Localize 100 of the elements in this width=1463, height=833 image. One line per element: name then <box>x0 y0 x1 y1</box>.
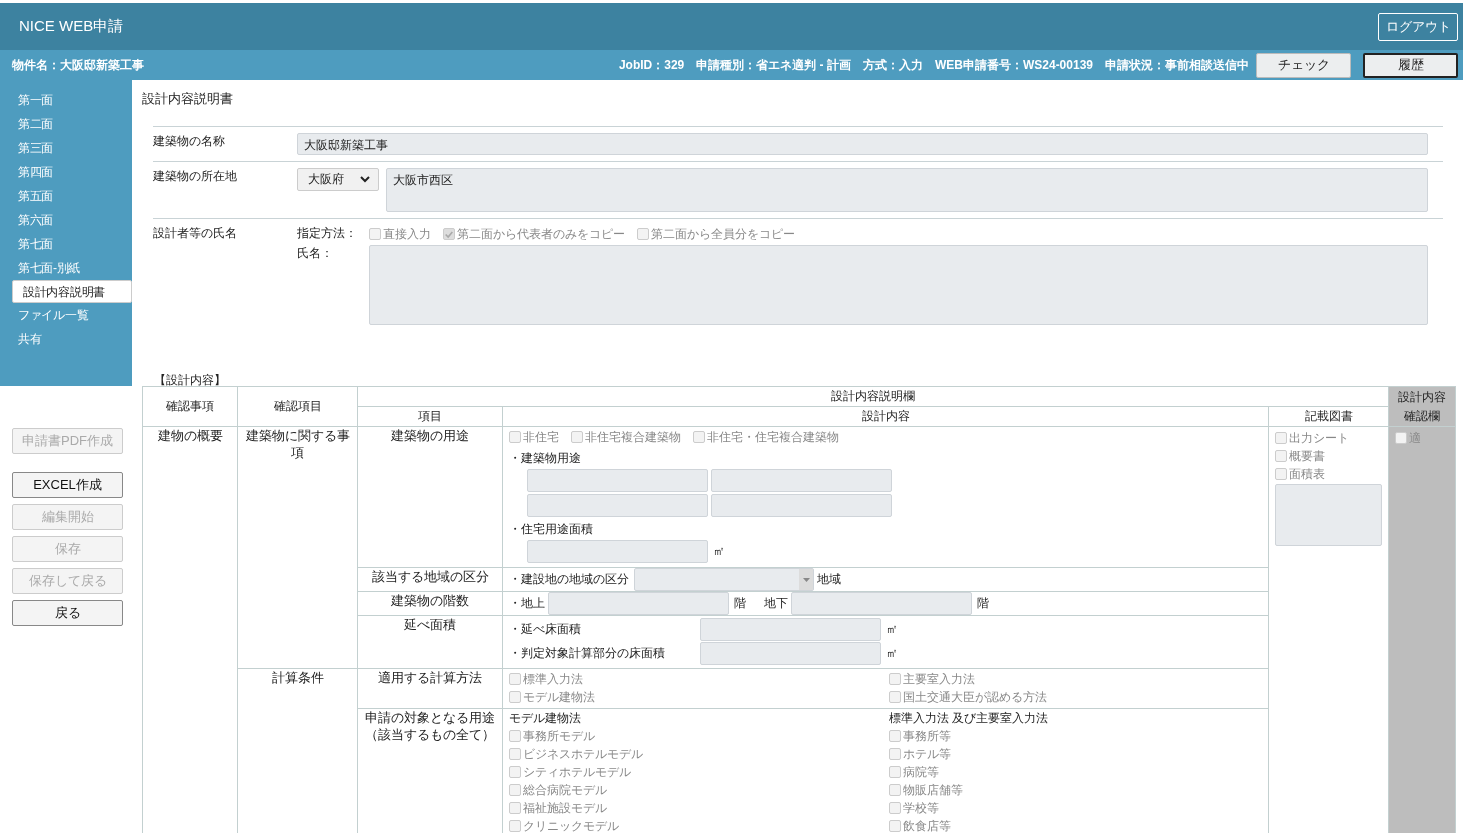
logout-button[interactable]: ログアウト <box>1378 12 1458 41</box>
table-cell-text: 建築物の階数 <box>390 593 470 610</box>
input-field[interactable] <box>700 618 881 641</box>
field-label: 指定方法： <box>297 225 358 242</box>
column-header: 確認事項 <box>142 386 238 427</box>
unit-label: 階 <box>977 595 989 612</box>
input-field[interactable] <box>711 469 892 492</box>
field-label: 氏名： <box>297 245 334 262</box>
checkbox[interactable] <box>889 802 901 814</box>
checkbox[interactable] <box>1395 432 1407 444</box>
checkbox-label: 非住宅 <box>523 429 559 446</box>
checkbox-label: 事務所等 <box>903 728 951 745</box>
checkbox[interactable] <box>889 730 901 742</box>
input-field[interactable]: 大阪邸新築工事 <box>297 133 1428 155</box>
checkbox[interactable] <box>509 820 521 832</box>
checkbox[interactable] <box>889 784 901 796</box>
checkbox-label: シティホテルモデル <box>523 764 631 781</box>
checkbox[interactable] <box>509 730 521 742</box>
input-field[interactable] <box>527 469 708 492</box>
checkbox-label: 学校等 <box>903 800 939 817</box>
input-field[interactable] <box>527 494 708 517</box>
checkbox[interactable] <box>509 748 521 760</box>
sidebar-item[interactable]: 第五面 <box>12 184 132 208</box>
region-select[interactable] <box>634 568 814 591</box>
sidebar-item[interactable]: ファイル一覧 <box>12 303 132 327</box>
input-field[interactable] <box>548 592 729 615</box>
checkbox[interactable] <box>889 766 901 778</box>
table-cell: （該当するもの全て） <box>364 727 496 744</box>
sidebar-item[interactable]: 共有 <box>12 327 132 351</box>
sidebar-item[interactable]: 第三面 <box>12 136 132 160</box>
notes-field[interactable] <box>1275 484 1382 546</box>
field-label: ・判定対象計算部分の床面積 <box>509 645 666 662</box>
unit-label: ㎡ <box>886 621 898 638</box>
input-field[interactable] <box>527 540 708 563</box>
column-heading: モデル建物法 <box>509 710 582 727</box>
checkbox[interactable] <box>637 228 649 240</box>
field-label: ・建築物用途 <box>509 450 582 467</box>
name-field[interactable] <box>369 245 1428 325</box>
header-button[interactable]: チェック <box>1256 52 1351 78</box>
checkbox-label: 福祉施設モデル <box>523 800 607 817</box>
column-header: 設計内容確認欄 <box>1388 386 1456 427</box>
checkbox[interactable] <box>369 228 381 240</box>
checkbox[interactable] <box>693 431 705 443</box>
table-cell: 計算条件 <box>271 671 324 685</box>
table-cell: 建物の概要 <box>157 429 223 443</box>
checkbox-label: 事務所モデル <box>523 728 595 745</box>
checkbox-label: 病院等 <box>903 764 939 781</box>
checkbox-label: 直接入力 <box>383 226 431 243</box>
header-button[interactable]: 履歴 <box>1363 52 1458 78</box>
input-field[interactable] <box>711 494 892 517</box>
unit-label: 地域 <box>817 571 841 588</box>
column-header: 項目 <box>357 406 503 427</box>
sidebar-item[interactable]: 第七面-別紙 <box>12 256 132 280</box>
action-button[interactable]: 戻る <box>12 600 123 626</box>
section-title: 【設計内容】 <box>154 374 227 386</box>
sidebar-item[interactable]: 第七面 <box>12 232 132 256</box>
checkbox[interactable] <box>509 784 521 796</box>
chevron-down-icon <box>360 176 370 183</box>
column-header: 設計内容説明欄 <box>357 386 1389 407</box>
action-button[interactable]: EXCEL作成 <box>12 472 123 498</box>
checkbox[interactable] <box>889 673 901 685</box>
field-label: ・建設地の地域の区分 <box>509 571 629 588</box>
checkbox[interactable] <box>509 691 521 703</box>
info-text: WEB申請番号：WS24-00139 <box>934 56 1093 74</box>
checkbox[interactable] <box>509 431 521 443</box>
address-field[interactable]: 大阪市西区 <box>386 168 1428 212</box>
field-label: 建築物の所在地 <box>153 168 238 185</box>
checkbox-label: 第二面から全員分をコピー <box>651 226 795 243</box>
sidebar-item[interactable]: 第二面 <box>12 112 132 136</box>
checkbox-label: 物販店舗等 <box>903 782 963 799</box>
checkbox[interactable] <box>889 748 901 760</box>
table-cell: 建築物に関する事項 <box>245 429 350 460</box>
prefecture-select[interactable]: 大阪府 <box>297 168 379 191</box>
input-field[interactable] <box>791 592 972 615</box>
sidebar-item[interactable]: 第六面 <box>12 208 132 232</box>
sidebar-item[interactable]: 第一面 <box>12 88 132 112</box>
sidebar-item[interactable]: 第四面 <box>12 160 132 184</box>
input-field[interactable] <box>700 642 881 665</box>
checkbox[interactable] <box>571 431 583 443</box>
unit-label: ㎡ <box>886 645 898 662</box>
checkbox[interactable] <box>1275 450 1287 462</box>
checkbox[interactable] <box>509 802 521 814</box>
checkbox[interactable] <box>509 766 521 778</box>
field-label: 建築物の名称 <box>153 133 226 150</box>
checkbox[interactable] <box>1275 432 1287 444</box>
column-header: 確認項目 <box>237 386 358 427</box>
checkbox[interactable] <box>443 228 455 240</box>
checkbox[interactable] <box>889 691 901 703</box>
table-cell-text: 建築物の用途 <box>390 428 470 445</box>
caret-icon <box>799 569 813 590</box>
checkbox[interactable] <box>509 673 521 685</box>
checkbox[interactable] <box>1275 468 1287 480</box>
checkbox[interactable] <box>889 820 901 832</box>
checkbox-label: 標準入力法 <box>523 671 583 688</box>
checkbox-label: 飲食店等 <box>903 818 951 833</box>
unit-label: 階 <box>734 595 746 612</box>
table-cell-text: 適用する計算方法 <box>377 670 483 687</box>
sidebar-item[interactable]: 設計内容説明書 <box>12 280 132 303</box>
field-label: 設計者等の氏名 <box>153 225 238 242</box>
checkbox-label: 面積表 <box>1289 466 1325 483</box>
